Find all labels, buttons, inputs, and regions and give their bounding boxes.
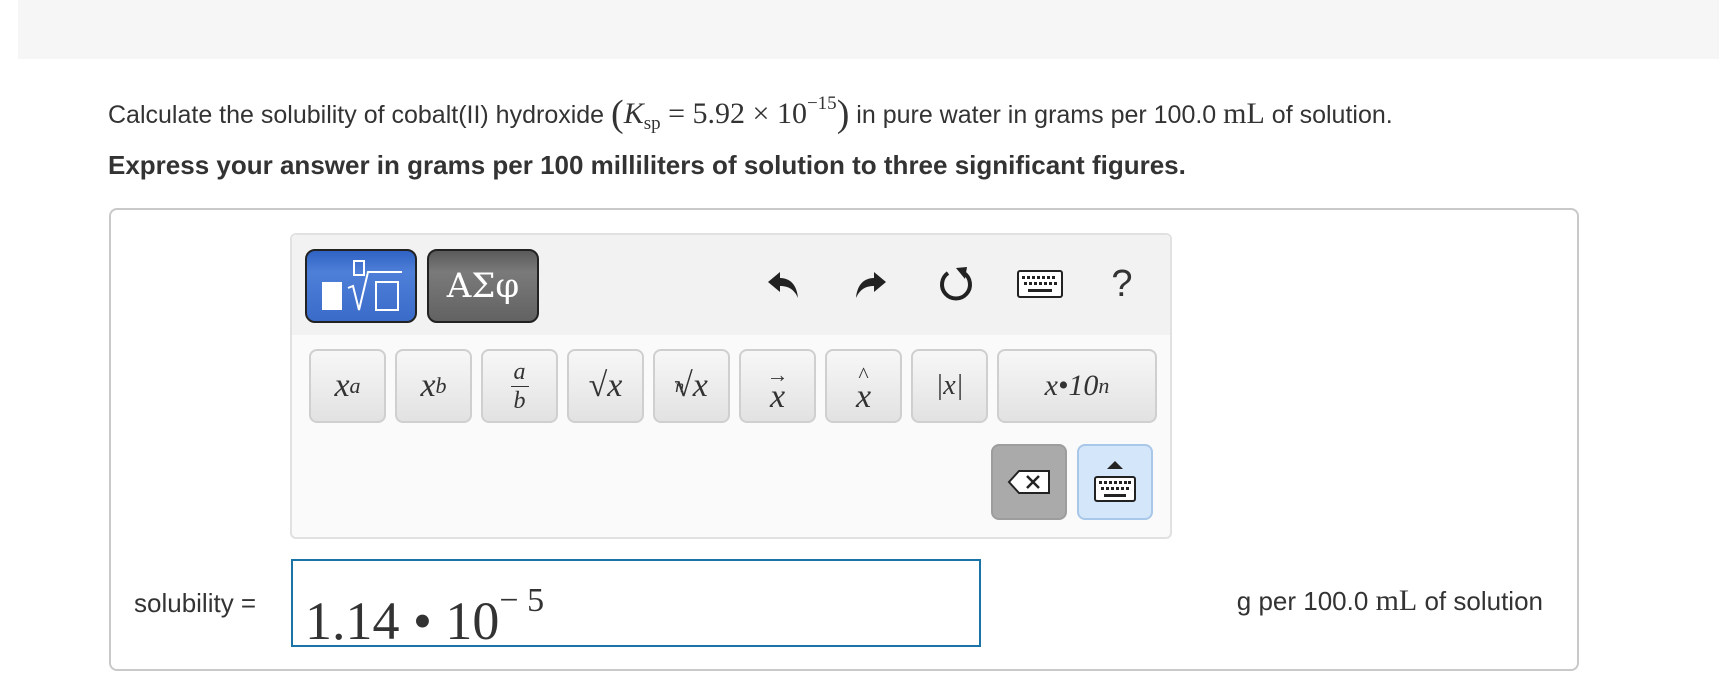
superscript-template-button[interactable]: xa xyxy=(309,349,386,423)
instruction-text: Express your answer in grams per 100 mil… xyxy=(108,150,1186,180)
question-prefix: Calculate the solubility of cobalt(II) h… xyxy=(108,101,605,129)
units-prefix: g per 100.0 xyxy=(1236,586,1369,616)
units-unit: mL xyxy=(1375,584,1418,617)
square-root-icon: √x xyxy=(588,367,623,404)
backspace-button[interactable] xyxy=(991,444,1067,520)
redo-icon[interactable] xyxy=(846,260,894,308)
backspace-icon xyxy=(1007,470,1050,494)
answer-input[interactable]: 1.14 • 10− 5 xyxy=(291,559,981,651)
undo-icon[interactable] xyxy=(760,260,808,308)
question-text: Calculate the solubility of cobalt(II) h… xyxy=(108,84,1393,144)
question-suffix: of solution. xyxy=(1271,101,1393,129)
symbols-mode-button[interactable]: ΑΣφ xyxy=(427,249,539,323)
power-exponent: a xyxy=(349,373,361,398)
nth-root-template-button[interactable]: n √x xyxy=(653,349,730,423)
hat-base: x xyxy=(855,378,872,415)
nth-root-icon: √x xyxy=(674,367,708,404)
square-root-template-button[interactable]: √x xyxy=(567,349,644,423)
ksp-expression: (Ksp = 5.92 × 10−15) xyxy=(611,93,850,135)
scientific-notation-exponent: n xyxy=(1098,373,1110,398)
scientific-notation-base: x•10 xyxy=(1044,369,1099,402)
keyboard-toggle-button[interactable] xyxy=(1077,444,1153,520)
answer-exponent: − 5 xyxy=(499,582,545,619)
ksp-value: = 5.92 × 10 xyxy=(668,97,807,130)
fraction-template-button[interactable]: ab xyxy=(481,349,558,423)
fraction-icon: ab xyxy=(510,358,529,414)
units-suffix: of solution xyxy=(1424,586,1543,616)
fraction-numerator: a xyxy=(513,358,526,385)
scientific-notation-template-button[interactable]: x•10 n xyxy=(997,349,1157,423)
math-palette: ΑΣφ ? xa xb ab √x n √x → x ^ x |x| x•10 … xyxy=(290,233,1172,539)
hat-template-button[interactable]: ^ x xyxy=(825,349,902,423)
absolute-value-template-button[interactable]: |x| xyxy=(911,349,988,423)
question-middle: in pure water in grams per 100.0 xyxy=(856,101,1217,129)
ksp-symbol: K xyxy=(623,97,644,130)
templates-icon xyxy=(322,260,402,311)
templates-mode-button[interactable] xyxy=(305,249,417,323)
help-icon[interactable]: ? xyxy=(1098,260,1146,308)
answer-units: g per 100.0 mL of solution xyxy=(1237,584,1543,618)
power-base: x xyxy=(334,367,350,404)
keyboard-icon[interactable] xyxy=(1012,260,1068,308)
subscript-base: x xyxy=(420,367,436,404)
answer-value: 1.14 • 10 xyxy=(305,591,500,651)
ksp-subscript: sp xyxy=(643,113,661,134)
vector-base: x xyxy=(769,378,786,415)
solubility-label: solubility = xyxy=(134,588,257,618)
ksp-exponent: −15 xyxy=(806,93,837,114)
keyboard-toggle-icon xyxy=(1094,461,1136,502)
question-unit: mL xyxy=(1223,97,1265,130)
symbols-mode-label: ΑΣφ xyxy=(446,266,520,306)
reset-icon[interactable] xyxy=(932,260,980,308)
absolute-value-icon: |x| xyxy=(935,370,964,401)
top-bar xyxy=(18,0,1719,59)
subscript-index: b xyxy=(435,373,447,398)
fraction-denominator: b xyxy=(513,387,526,414)
subscript-template-button[interactable]: xb xyxy=(395,349,472,423)
vector-template-button[interactable]: → x xyxy=(739,349,816,423)
